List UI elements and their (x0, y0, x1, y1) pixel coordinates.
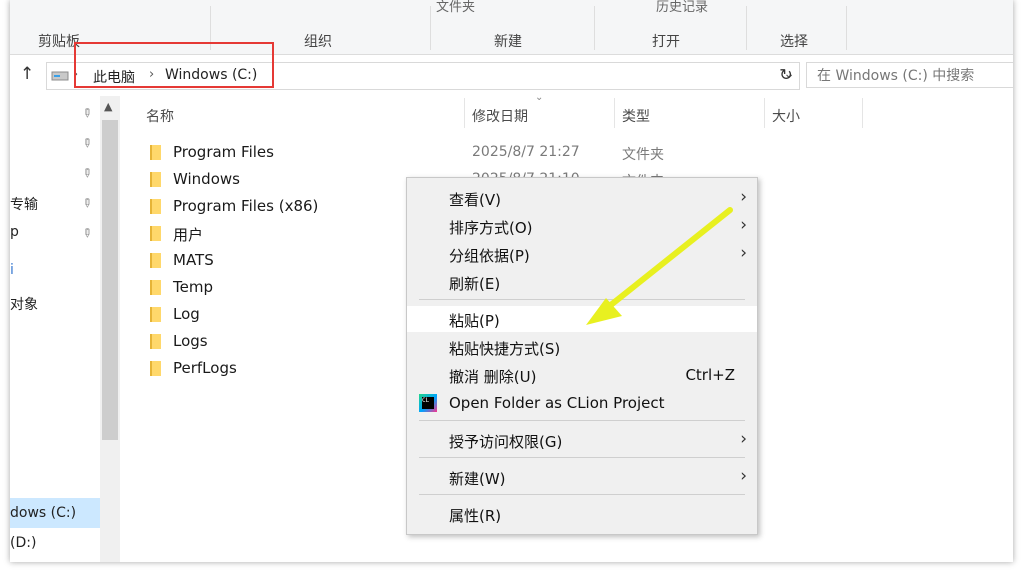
annotation-arrow (586, 207, 733, 325)
file-explorer-window: 文件夹 历史记录 剪贴板 组织 新建 打开 选择 ↑ › 此电脑 › Windo… (10, 0, 1013, 562)
